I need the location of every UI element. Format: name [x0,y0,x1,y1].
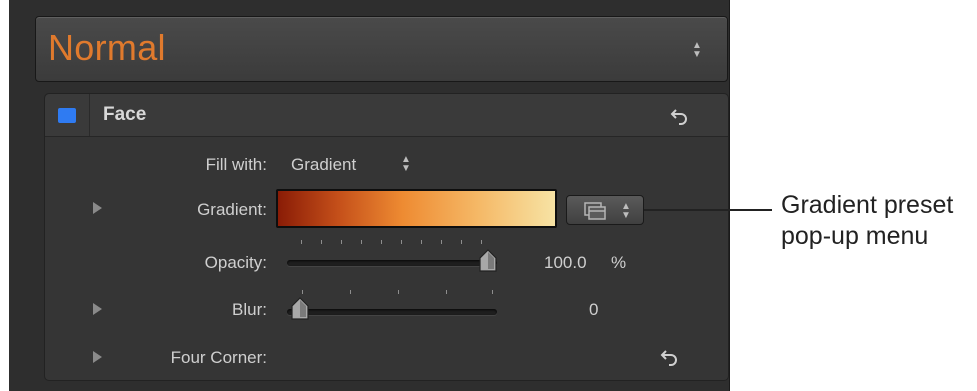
opacity-unit: % [611,253,627,272]
preset-menu-icon [584,202,606,220]
opacity-label: Opacity: [204,253,267,272]
gradient-preset-popup-button[interactable]: ▲ ▼ [566,195,644,225]
callout-line2: pop-up menu [781,222,929,250]
up-down-arrows-icon: ▲ ▼ [621,201,631,221]
face-header: Face [45,94,728,137]
opacity-slider[interactable] [287,260,497,266]
callout-line1: Gradient preset [781,191,954,219]
face-enable-checkbox[interactable] [58,108,76,123]
reset-icon[interactable] [670,106,690,126]
callout-text: Gradient preset pop-up menu [781,190,977,252]
blur-slider[interactable] [287,309,497,315]
blur-label: Blur: [232,300,267,319]
face-group: Face [44,93,729,381]
gradient-swatch[interactable] [276,189,557,228]
preset-popup[interactable]: Normal ▲ ▼ [35,16,728,82]
four-corner-label: Four Corner: [170,348,267,367]
fill-with-popup[interactable]: Gradient [291,155,356,175]
slider-thumb-icon[interactable] [478,249,498,273]
face-label: Face [103,104,147,125]
slider-thumb-icon[interactable] [290,297,310,321]
blur-value[interactable]: 0 [589,300,598,320]
preset-title: Normal [48,27,166,68]
opacity-ticks [293,240,493,246]
gradient-label: Gradient: [197,200,267,219]
callout-line [644,209,772,211]
blur-ticks [293,290,493,296]
opacity-value[interactable]: 100.0 [544,253,587,273]
fill-with-label: Fill with: [205,155,267,174]
inspector-panel: Normal ▲ ▼ Face Fill with: Gradient ▲ ▼ Gr… [9,0,730,391]
header-divider [89,94,90,136]
up-down-arrows-icon[interactable]: ▲ ▼ [401,155,411,174]
up-down-arrows-icon: ▲ ▼ [692,40,702,60]
reset-icon[interactable] [660,347,680,367]
